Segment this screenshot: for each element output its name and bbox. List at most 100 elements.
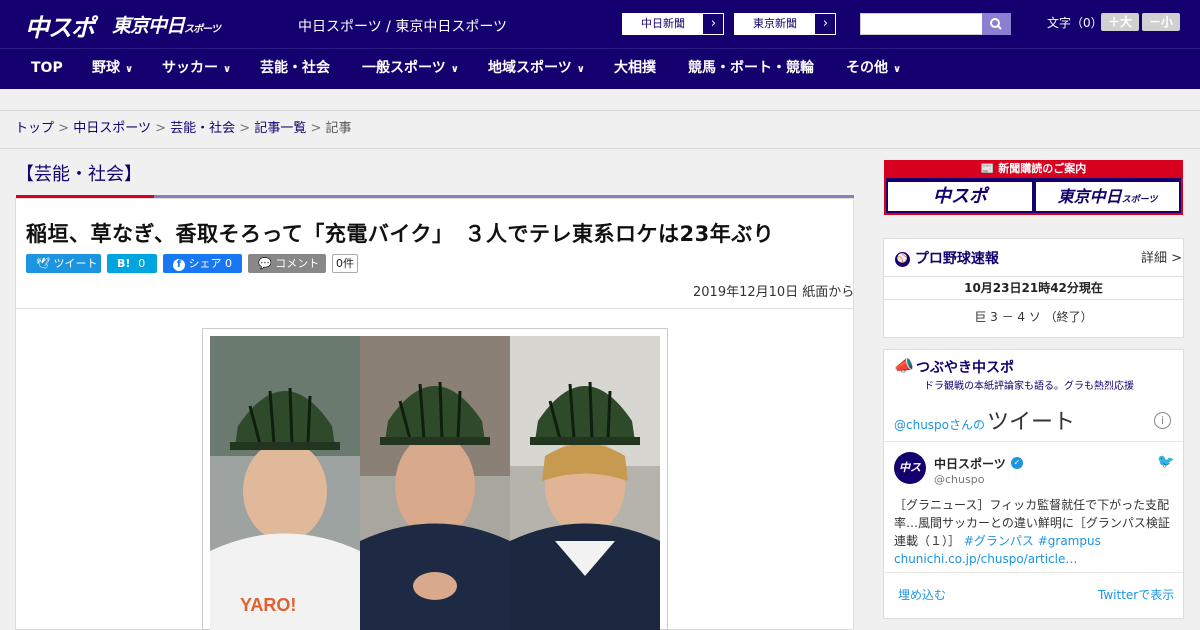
breadcrumb-separator: >	[239, 121, 251, 136]
baseball-icon: ⚾	[895, 251, 910, 267]
nav-item-soccer[interactable]: サッカー ∨	[162, 48, 231, 89]
nav-item-sumo[interactable]: 大相撲	[614, 48, 656, 89]
twitter-widget-title: つぶやき中スポ	[916, 360, 1014, 376]
tweet-button[interactable]: 🕊 ツイート	[26, 254, 101, 273]
nav-item-label: その他	[846, 60, 888, 76]
comment-label: コメント	[275, 257, 320, 270]
breadcrumb-chunichi-sports[interactable]: 中日スポーツ	[73, 121, 151, 136]
baseball-widget-title: ⚾ プロ野球速報	[895, 248, 999, 268]
tweet-account-name[interactable]: 中日スポーツ	[934, 455, 1006, 472]
tweet-text: ［グラニュース］フィッカ監督就任で下がった支配率…風間サッカーとの違い鮮明に［グ…	[894, 496, 1176, 568]
facebook-share-button[interactable]: f シェア 0	[163, 254, 242, 273]
tweet-label: ツイート	[53, 257, 98, 270]
tokyo-chunichi-logo[interactable]: 東京中日スポーツ	[112, 11, 221, 38]
twitter-widget-subtitle: ドラ観戦の本紙評論家も語る。グラも熱烈応援	[924, 381, 1134, 392]
chuspo-logo[interactable]: 中スポ	[25, 8, 95, 43]
nav-item-label: サッカー	[162, 60, 218, 76]
tweet-hashtags[interactable]: #グランパス #grampus	[964, 534, 1101, 548]
article-photo-right	[510, 336, 660, 630]
breadcrumb-separator: >	[155, 121, 166, 136]
megaphone-icon: 📣	[894, 356, 914, 375]
breadcrumb-current: 記事	[325, 121, 352, 136]
newspaper-icon: 📰	[980, 162, 995, 175]
chevron-down-icon: ∨	[125, 64, 134, 75]
twitter-timeline-header[interactable]: @chuspoさんのツイート	[894, 404, 1075, 436]
twitter-bird-icon[interactable]: 🐦	[1157, 454, 1174, 470]
facebook-share-label: シェア	[188, 257, 222, 270]
chevron-down-icon: ∨	[223, 64, 232, 75]
twitter-embed-link[interactable]: 埋め込む	[898, 586, 946, 603]
article-headline: 稲垣、草なぎ、香取そろって「充電バイク」 ３人でテレ東系ロケは23年ぶり	[26, 222, 775, 246]
hatena-count: 0	[138, 257, 146, 270]
info-icon[interactable]: i	[1154, 412, 1171, 429]
baseball-detail-link[interactable]: 詳細 >	[1141, 247, 1182, 266]
subscription-tokyo-chunichi-small: スポーツ	[1121, 195, 1158, 205]
chunichi-shimbun-label: 中日新聞	[641, 17, 685, 30]
tokyo-chunichi-logo-small: スポーツ	[184, 24, 221, 35]
twitter-divider	[884, 441, 1183, 442]
nav-item-entertainment[interactable]: 芸能・社会	[260, 48, 330, 89]
tokyo-shimbun-link[interactable]: 東京新聞 ›	[734, 13, 836, 35]
comment-button[interactable]: 💬 コメント	[248, 254, 326, 273]
nav-item-label: 一般スポーツ	[362, 60, 446, 76]
subscription-banner-label: 新聞購読のご案内	[998, 162, 1087, 175]
nav-item-top[interactable]: TOP	[31, 48, 63, 89]
comment-count: 0件	[332, 254, 358, 273]
search-icon	[990, 18, 1002, 30]
nav-item-baseball[interactable]: 野球 ∨	[92, 48, 133, 89]
breadcrumb-top[interactable]: トップ	[15, 121, 54, 136]
site-name-link[interactable]: 中日スポーツ / 東京中日スポーツ	[298, 16, 507, 36]
section-title: 【芸能・社会】	[16, 164, 142, 185]
verified-badge-icon: ✓	[1011, 457, 1023, 469]
article-photo-center	[360, 336, 510, 630]
chevron-down-icon: ∨	[576, 64, 585, 75]
nav-item-label: 競馬・ボート・競輪	[688, 60, 814, 76]
nav-item-label: 地域スポーツ	[488, 60, 572, 76]
twitter-view-link[interactable]: Twitterで表示	[1098, 586, 1174, 603]
twitter-footer-divider	[884, 572, 1183, 573]
nav-item-label: 大相撲	[614, 60, 656, 76]
breadcrumb-article-list[interactable]: 記事一覧	[254, 121, 306, 136]
baseball-timestamp: 10月23日21時42分現在	[884, 276, 1183, 300]
subscription-tokyo-chunichi-text: 東京中日	[1057, 187, 1122, 206]
facebook-icon: f	[173, 259, 185, 271]
baseball-widget-label: プロ野球速報	[914, 251, 999, 267]
hatena-bookmark-button[interactable]: B! 0	[107, 254, 157, 273]
subscription-chuspo-logo: 中スポ	[888, 182, 1032, 211]
tweet-link[interactable]: chunichi.co.jp/chuspo/article…	[894, 552, 1077, 566]
arrow-right-icon: ›	[815, 14, 835, 34]
font-size-label: 文字（0）	[1047, 16, 1103, 30]
ad-band	[0, 89, 1200, 111]
font-bigger-button[interactable]: ＋大	[1101, 13, 1139, 31]
breadcrumb: トップ > 中日スポーツ > 芸能・社会 > 記事一覧 > 記事	[0, 111, 1200, 149]
baseball-score-row[interactable]: 巨 3 － 4 ソ （終了）	[884, 308, 1183, 325]
tokyo-chunichi-logo-text: 東京中日	[112, 15, 185, 37]
nav-item-other[interactable]: その他 ∨	[846, 48, 901, 89]
avatar[interactable]: 中スポ	[894, 452, 926, 506]
nav-item-general-sports[interactable]: 一般スポーツ ∨	[362, 48, 459, 89]
nav-item-racing[interactable]: 競馬・ボート・競輪	[688, 48, 814, 89]
chunichi-shimbun-link[interactable]: 中日新聞 ›	[622, 13, 724, 35]
facebook-share-count: 0	[225, 257, 232, 270]
tokyo-shimbun-label: 東京新聞	[753, 17, 797, 30]
subscription-banner-title: 📰 新聞購読のご案内	[884, 160, 1183, 178]
twitter-timeline-title: ツイート	[987, 410, 1076, 435]
nav-item-label: 芸能・社会	[260, 60, 330, 76]
twitter-bird-icon: 🕊	[36, 257, 50, 270]
breadcrumb-entertainment[interactable]: 芸能・社会	[170, 121, 235, 136]
chevron-down-icon: ∨	[450, 64, 459, 75]
chevron-down-icon: ∨	[893, 64, 902, 75]
search-button[interactable]	[982, 13, 1011, 35]
breadcrumb-separator: >	[310, 121, 322, 136]
breadcrumb-separator: >	[58, 121, 70, 136]
hatena-icon: B!	[117, 257, 131, 270]
nav-item-regional-sports[interactable]: 地域スポーツ ∨	[488, 48, 585, 89]
nav-item-label: TOP	[31, 60, 63, 76]
arrow-right-icon: ›	[703, 14, 723, 34]
speech-bubble-icon: 💬	[258, 257, 272, 270]
article-date: 2019年12月10日 紙面から	[693, 285, 855, 300]
svg-text:YARO!: YARO!	[240, 595, 296, 615]
tweet-account-handle[interactable]: @chuspo	[934, 473, 984, 486]
section-divider-accent	[16, 195, 154, 198]
font-smaller-button[interactable]: －小	[1142, 13, 1180, 31]
